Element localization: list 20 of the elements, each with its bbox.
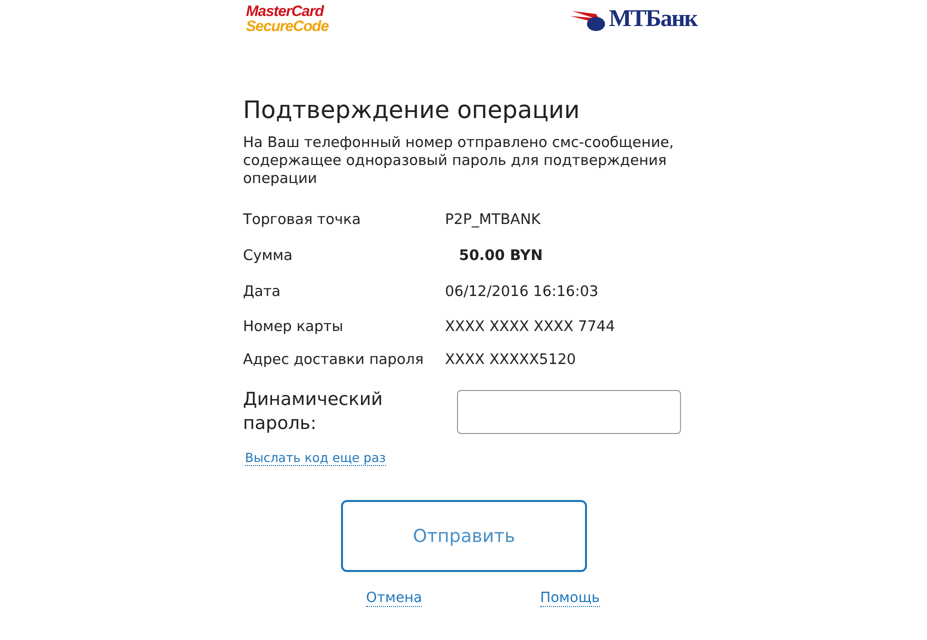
detail-value: 06/12/2016 16:16:03 bbox=[445, 284, 598, 300]
detail-value: XXXX XXXXX5120 bbox=[445, 352, 576, 368]
detail-value: P2P_MTBANK bbox=[445, 212, 541, 228]
detail-label: Номер карты bbox=[243, 318, 344, 334]
password-label: Динамический пароль: bbox=[243, 388, 384, 436]
detail-label: Сумма bbox=[243, 248, 294, 264]
page-title: Подтверждение операции bbox=[243, 96, 581, 124]
detail-label: Адрес доставки пароля bbox=[243, 352, 425, 368]
card-logo: MasterCard SecureCode bbox=[246, 4, 329, 34]
bank-logo: МТБанк bbox=[570, 6, 697, 33]
detail-label: Торговая точка bbox=[243, 212, 362, 228]
password-field[interactable] bbox=[457, 390, 681, 434]
submit-button[interactable]: Отправить bbox=[341, 500, 587, 572]
description-text: На Ваш телефонный номер отправлено смс-сообщение, содержащее одноразовый пароль для подтверждения операции bbox=[243, 134, 675, 188]
resend-code-link[interactable]: Выслать код еще раз bbox=[245, 450, 386, 466]
detail-value: 50.00 BYN bbox=[459, 248, 543, 264]
footer-link[interactable]: Отмена bbox=[366, 590, 422, 607]
detail-label: Дата bbox=[243, 284, 282, 300]
detail-value: XXXX XXXX XXXX 7744 bbox=[445, 318, 615, 334]
footer-link[interactable]: Помощь bbox=[540, 590, 600, 607]
